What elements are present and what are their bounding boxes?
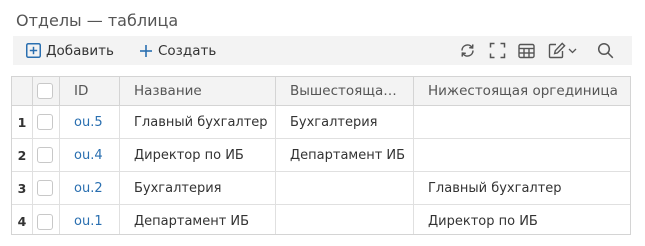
column-header-parent-label: Вышестояща… [290, 83, 397, 99]
edit-icon [548, 42, 566, 59]
add-square-icon [26, 43, 41, 58]
id-cell: ou.5 [59, 106, 119, 138]
child-cell: Главный бухгалтер [413, 172, 630, 204]
fullscreen-button[interactable] [489, 36, 506, 65]
add-button[interactable]: Добавить [26, 36, 114, 65]
id-cell: ou.2 [59, 172, 119, 204]
create-button[interactable]: Создать [139, 36, 216, 65]
table-row[interactable]: 3 ou.2 Бухгалтерия Главный бухгалтер [12, 172, 630, 205]
id-cell: ou.1 [59, 205, 119, 234]
row-number: 3 [17, 180, 27, 196]
row-checkbox-cell [32, 106, 59, 138]
id-link[interactable]: ou.5 [74, 115, 103, 130]
row-number: 1 [17, 114, 27, 130]
name-cell: Главный бухгалтер [119, 106, 275, 138]
column-header-child[interactable]: Нижестоящая оргединица [413, 77, 630, 105]
name-cell: Департамент ИБ [119, 205, 275, 234]
child-cell [413, 139, 630, 171]
row-checkbox-cell [32, 172, 59, 204]
create-button-label: Создать [158, 42, 217, 59]
column-header-name[interactable]: Название [119, 77, 275, 105]
name-cell: Бухгалтерия [119, 172, 275, 204]
select-all-checkbox[interactable] [37, 83, 53, 99]
row-checkbox[interactable] [37, 180, 53, 196]
row-checkbox-cell [32, 205, 59, 234]
add-button-label: Добавить [46, 42, 114, 59]
edit-menu-button[interactable] [548, 36, 577, 65]
plus-icon [139, 44, 153, 58]
page-title: Отделы — таблица [16, 11, 179, 30]
child-cell: Директор по ИБ [413, 205, 630, 234]
refresh-icon [459, 42, 476, 59]
fullscreen-icon [489, 42, 506, 59]
table-row[interactable]: 1 ou.5 Главный бухгалтер Бухгалтерия [12, 106, 630, 139]
row-number: 2 [17, 147, 27, 163]
id-link[interactable]: ou.2 [74, 181, 103, 196]
table-header-row: ID Название Вышестояща… Нижестоящая орге… [12, 77, 630, 106]
id-cell: ou.4 [59, 139, 119, 171]
parent-cell [275, 205, 413, 234]
table-settings-button[interactable] [518, 36, 535, 65]
table-icon [518, 43, 535, 59]
parent-cell: Департамент ИБ [275, 139, 413, 171]
column-header-id[interactable]: ID [59, 77, 119, 105]
search-icon [597, 42, 614, 59]
select-all-cell [32, 77, 59, 105]
search-button[interactable] [597, 36, 614, 65]
row-number-header [12, 77, 32, 105]
child-cell [413, 106, 630, 138]
table-row[interactable]: 2 ou.4 Директор по ИБ Департамент ИБ [12, 139, 630, 172]
parent-cell: Бухгалтерия [275, 106, 413, 138]
row-number: 4 [17, 214, 27, 229]
name-cell: Директор по ИБ [119, 139, 275, 171]
chevron-down-icon [568, 48, 577, 54]
toolbar: Добавить Создать [13, 36, 632, 65]
column-header-parent[interactable]: Вышестояща… [275, 77, 413, 105]
data-table: ID Название Вышестояща… Нижестоящая орге… [11, 76, 631, 235]
table-row[interactable]: 4 ou.1 Департамент ИБ Директор по ИБ [12, 205, 630, 234]
id-link[interactable]: ou.1 [74, 214, 103, 229]
row-checkbox-cell [32, 139, 59, 171]
row-checkbox[interactable] [37, 147, 53, 163]
row-checkbox[interactable] [37, 213, 53, 230]
parent-cell [275, 172, 413, 204]
id-link[interactable]: ou.4 [74, 148, 103, 163]
row-checkbox[interactable] [37, 114, 53, 130]
refresh-button[interactable] [459, 36, 476, 65]
